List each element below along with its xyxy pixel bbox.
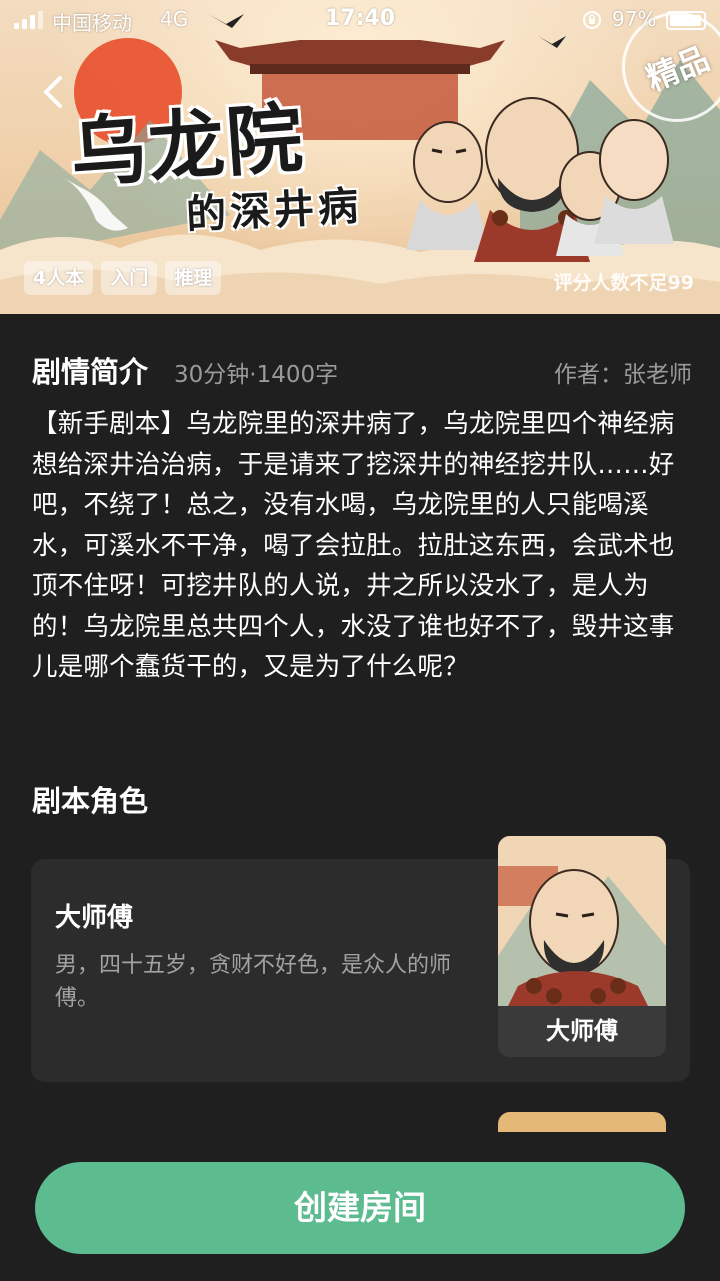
role-portrait-label: 大师傅 (498, 1006, 666, 1057)
status-bar: 中国移动 4G 17:40 97% (0, 0, 720, 40)
author-label: 作者：张老师 (554, 362, 692, 388)
rating-note: 评分人数不足99 (553, 272, 694, 294)
synopsis-meta: 30分钟·1400字 (174, 362, 339, 388)
cover-banner: 乌龙院 的深井病 精品 中国移动 4G 17:40 97% 4人本 入门 推理 … (0, 0, 720, 314)
synopsis-text: 【新手剧本】乌龙院里的深井病了，乌龙院里四个神经病想给深井治治病，于是请来了挖深… (32, 409, 675, 682)
role-name: 大师傅 (55, 903, 134, 933)
battery-icon (666, 11, 706, 30)
back-arrow-icon[interactable] (36, 72, 72, 112)
script-tags: 4人本 入门 推理 (24, 261, 222, 295)
monk-1-figure (406, 121, 490, 250)
script-subtitle: 的深井病 (185, 182, 364, 239)
tag-player-count: 4人本 (24, 261, 94, 295)
battery-level-fill (670, 15, 702, 26)
tag-difficulty: 入门 (101, 261, 158, 295)
monk-4-figure (594, 119, 674, 244)
battery-percent: 97% (612, 7, 657, 31)
temple-eave (250, 64, 470, 74)
roles-heading: 剧本角色 (32, 784, 149, 818)
tag-genre: 推理 (165, 261, 222, 295)
role-portrait-image (498, 836, 666, 1006)
orientation-lock-icon (583, 11, 601, 29)
synopsis-header: 剧情简介 30分钟·1400字 作者：张老师 (32, 347, 692, 391)
role-description: 男，四十五岁，贪财不好色，是众人的师傅。 (55, 953, 452, 1011)
premium-seal-text: 精品 (640, 39, 715, 99)
role-portrait[interactable]: 大师傅 (498, 836, 666, 1057)
next-role-portrait[interactable] (498, 1112, 666, 1132)
synopsis-heading: 剧情简介 (32, 355, 149, 389)
create-room-button[interactable]: 创建房间 (35, 1162, 685, 1254)
